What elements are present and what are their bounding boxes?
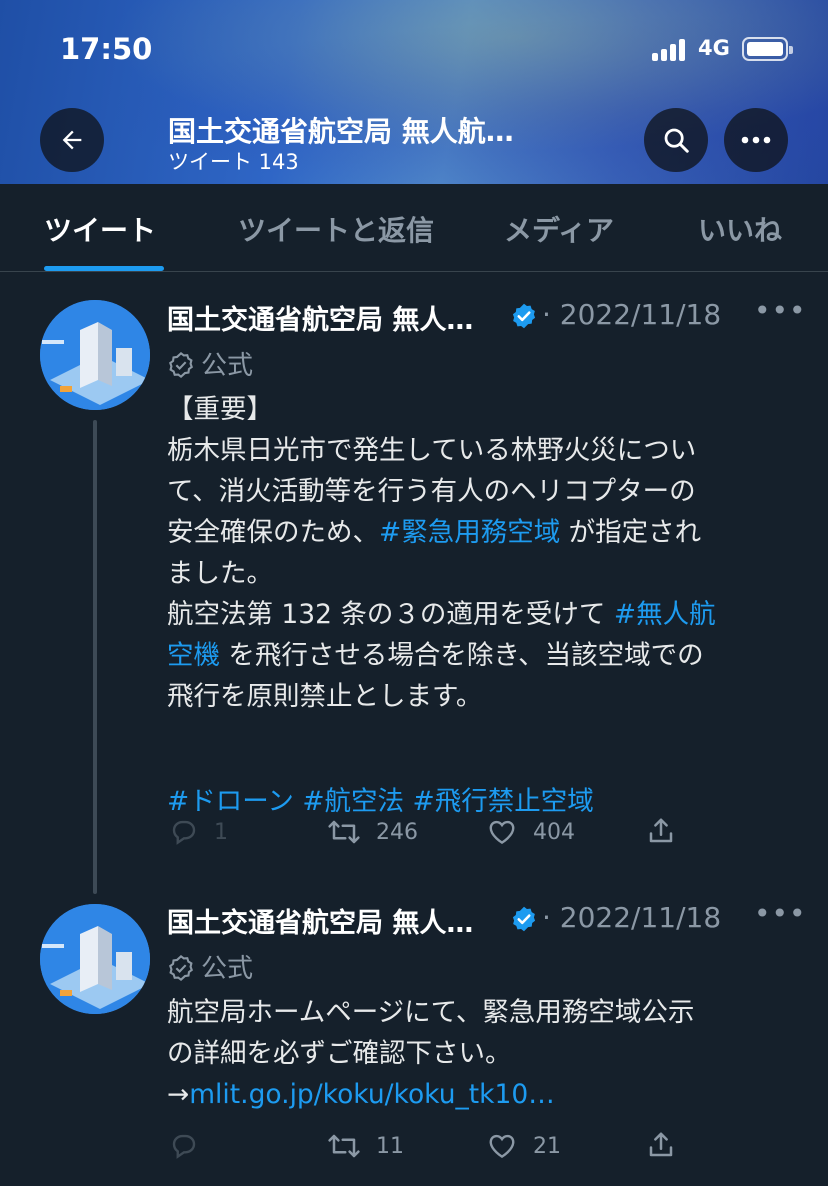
text-segment: →: [167, 1079, 190, 1110]
share-icon: [649, 1132, 673, 1157]
retweet-icon: [328, 820, 360, 844]
retweet-count: 246: [376, 819, 418, 845]
tab-likes[interactable]: いいね: [698, 209, 782, 249]
text-segment: を飛行させる場合を除き、当該空域での: [220, 640, 704, 671]
tweet-line: 飛行を原則禁止とします。: [167, 676, 767, 717]
profile-tabs: ツイート ツイートと返信 メディア いいね: [0, 184, 828, 272]
tweet-line: #ドローン #航空法 #飛行禁止空域: [167, 781, 767, 822]
official-text: 公式: [201, 351, 254, 381]
verified-badge-icon: [512, 906, 536, 932]
reply-button[interactable]: [168, 1131, 214, 1161]
thread-connector: [93, 420, 97, 894]
tab-tweets[interactable]: ツイート: [44, 209, 156, 249]
tweet-date[interactable]: · 2022/11/18: [542, 298, 721, 331]
tweet-more-icon[interactable]: •••: [754, 897, 807, 930]
tweet-line: [167, 717, 767, 781]
text-segment: 【重要】: [167, 394, 273, 425]
tweet-body: 【重要】 栃木県日光市で発生している林野火災につい て、消火活動等を行う有人のヘ…: [167, 389, 767, 822]
hashtag-link[interactable]: #無人航: [614, 599, 716, 630]
tweet-line: 【重要】: [167, 389, 767, 430]
text-segment: て、消火活動等を行う有人のヘリコプターの: [167, 476, 696, 507]
more-icon: [741, 136, 771, 144]
avatar[interactable]: [40, 300, 150, 410]
avatar-image: [40, 904, 150, 1014]
text-segment: 航空法第 132 条の３の適用を受けて: [167, 599, 614, 630]
more-button[interactable]: [724, 108, 788, 172]
tab-tweets-and-replies[interactable]: ツイートと返信: [238, 209, 434, 249]
official-badge-icon: [169, 351, 193, 379]
reply-count: 1: [214, 819, 228, 845]
url-link[interactable]: mlit.go.jp/koku/koku_tk10…: [189, 1079, 554, 1110]
search-button[interactable]: [644, 108, 708, 172]
tweet-line: 安全確保のため、#緊急用務空域 が指定され: [167, 512, 767, 553]
profile-name: 国土交通省航空局 無人航…: [168, 115, 514, 148]
official-badge-icon: [169, 954, 193, 982]
back-button[interactable]: [40, 108, 104, 172]
tweet-more-icon[interactable]: •••: [754, 294, 807, 327]
avatar[interactable]: [40, 904, 150, 1014]
tweet-line: て、消火活動等を行う有人のヘリコプターの: [167, 471, 767, 512]
hashtag-link[interactable]: #緊急用務空域: [379, 517, 560, 548]
tweet-line: の詳細を必ずご確認下さい。: [167, 1033, 767, 1074]
tab-media[interactable]: メディア: [504, 209, 614, 249]
share-button[interactable]: [646, 1129, 676, 1161]
active-tab-indicator: [44, 266, 164, 271]
tweet-date[interactable]: · 2022/11/18: [542, 901, 721, 934]
tweet-line: 栃木県日光市で発生している林野火災につい: [167, 430, 767, 471]
hashtag-link[interactable]: #ドローン: [167, 786, 294, 817]
heart-icon: [489, 1134, 515, 1159]
official-text: 公式: [201, 954, 254, 984]
avatar-image: [40, 300, 150, 410]
heart-icon: [489, 820, 515, 845]
tweet-count: ツイート 143: [168, 150, 299, 174]
reply-icon: [172, 820, 196, 845]
text-segment: 栃木県日光市で発生している林野火災につい: [167, 435, 697, 466]
tweet-line: 航空法第 132 条の３の適用を受けて #無人航: [167, 594, 767, 635]
arrow-left-icon: [62, 130, 82, 150]
official-label: 公式: [167, 948, 253, 985]
tweet-body: 航空局ホームページにて、緊急用務空域公示 の詳細を必ずご確認下さい。 →mlit…: [167, 992, 767, 1115]
text-segment: が指定され: [560, 517, 702, 548]
retweet-icon: [328, 1134, 360, 1158]
tweet-line: 空機 を飛行させる場合を除き、当該空域での: [167, 635, 767, 676]
tweet-line: →mlit.go.jp/koku/koku_tk10…: [167, 1074, 767, 1115]
like-count: 21: [533, 1133, 561, 1159]
search-icon: [664, 128, 689, 153]
like-button[interactable]: 21: [485, 1131, 561, 1161]
author-name[interactable]: 国土交通省航空局 無人…: [167, 298, 473, 337]
retweet-button[interactable]: 11: [326, 1131, 404, 1161]
hashtag-link[interactable]: #航空法: [302, 786, 404, 817]
profile-header: 17:50 4G 国土交通省航空局 無人航… ツイート 143: [0, 0, 828, 184]
like-button[interactable]: 404: [485, 817, 575, 847]
text-segment: の詳細を必ずご確認下さい。: [167, 1038, 512, 1069]
text-segment: 飛行を原則禁止とします。: [167, 681, 483, 712]
share-button[interactable]: [646, 815, 676, 847]
text-segment: ました。: [167, 558, 273, 589]
network-type: 4G: [698, 36, 730, 60]
reply-icon: [172, 1134, 196, 1159]
hashtag-link[interactable]: #飛行禁止空域: [412, 786, 593, 817]
tweet-line: ました。: [167, 553, 767, 594]
official-label: 公式: [167, 345, 253, 382]
text-segment: 安全確保のため、: [167, 517, 379, 548]
status-time: 17:50: [60, 32, 153, 66]
signal-icon: [652, 39, 692, 61]
share-icon: [649, 818, 673, 843]
reply-button[interactable]: 1: [168, 817, 228, 847]
retweet-button[interactable]: 246: [326, 817, 418, 847]
retweet-count: 11: [376, 1133, 404, 1159]
like-count: 404: [533, 819, 575, 845]
verified-badge-icon: [512, 303, 536, 329]
status-bar: 17:50 4G: [0, 0, 828, 100]
text-segment: 航空局ホームページにて、緊急用務空域公示: [167, 997, 695, 1028]
hashtag-link[interactable]: 空機: [167, 640, 220, 671]
battery-icon: [742, 37, 793, 61]
tweet-line: 航空局ホームページにて、緊急用務空域公示: [167, 992, 767, 1033]
author-name[interactable]: 国土交通省航空局 無人…: [167, 901, 473, 940]
